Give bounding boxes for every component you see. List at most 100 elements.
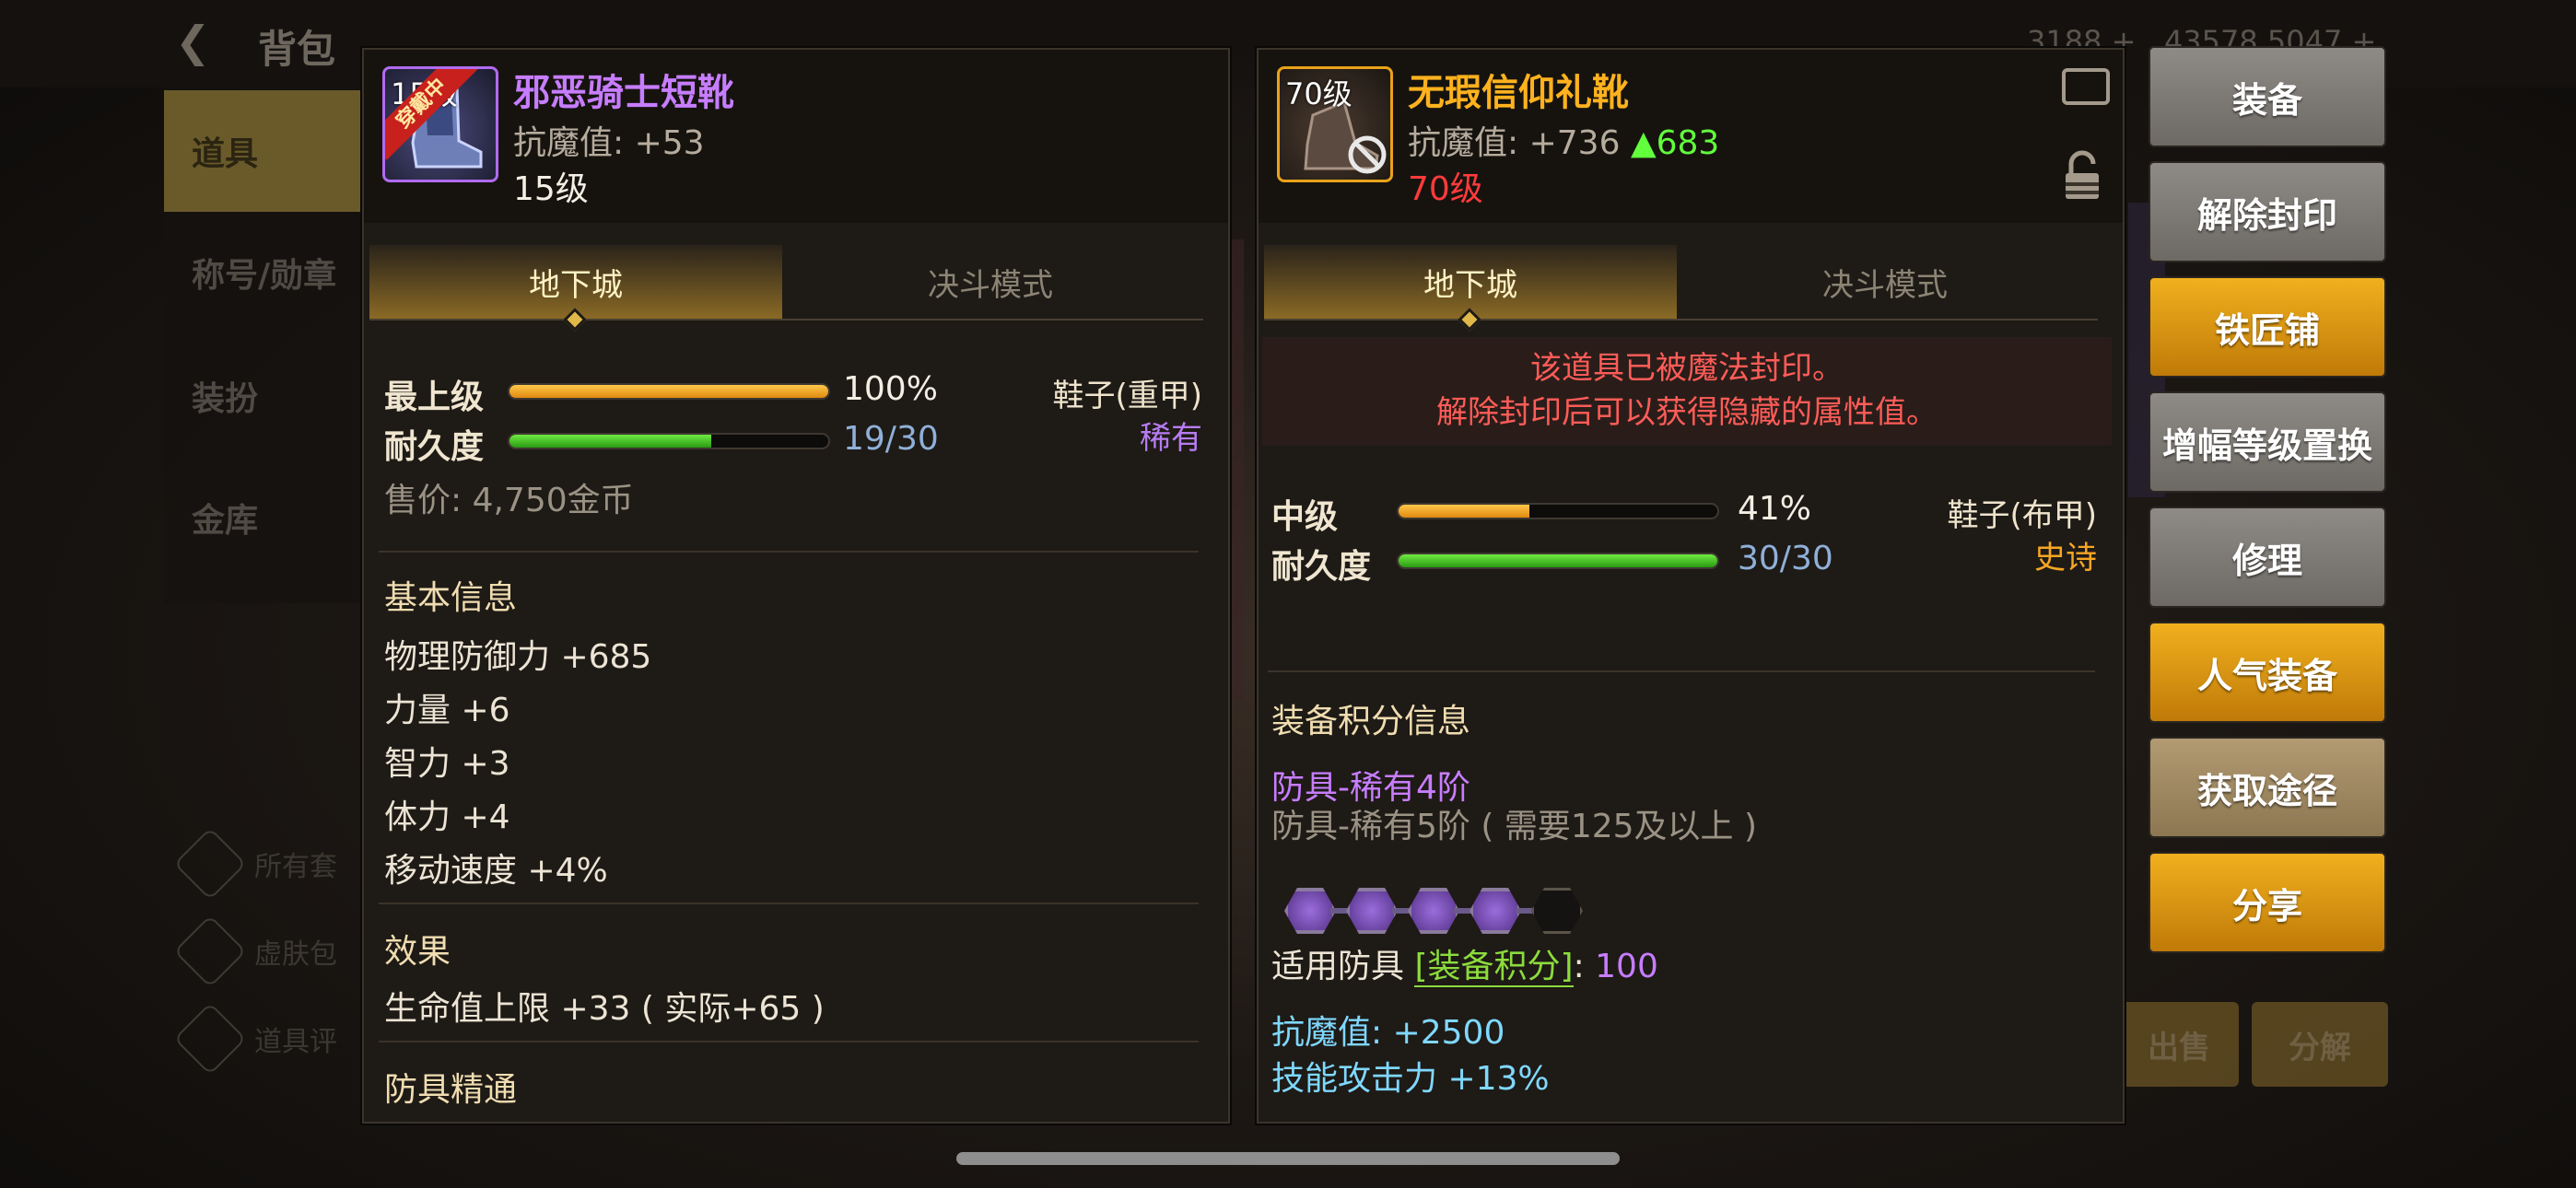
tab-label: 决斗模式 [1822, 266, 1948, 304]
slot-type: 鞋子(重甲) [1052, 378, 1202, 414]
mode-tabs: 地下城 决斗模式 [1264, 245, 2098, 332]
chevron-left-icon[interactable]: ❮ [175, 17, 211, 66]
item-icon: 70级 [1277, 66, 1393, 182]
durability-label: 耐久度 [1271, 548, 1372, 586]
grade-bar-fill [509, 385, 828, 398]
stat-label: 抗魔值: [1408, 124, 1519, 162]
stat-row: 力量 +6 [384, 692, 510, 729]
obtain-source-button[interactable]: 获取途径 [2149, 737, 2386, 838]
home-indicator[interactable] [956, 1152, 1620, 1165]
page-title: 背包 [258, 27, 336, 72]
equip-button[interactable]: 装备 [2149, 46, 2386, 147]
effect-title: 效果 [384, 933, 451, 971]
magic-resist-line: 抗魔值: +53 [513, 116, 705, 164]
grade-bar-fill [1399, 505, 1529, 518]
score-tier-next: 防具-稀有5阶 ( 需要125及以上 ) [1271, 808, 1758, 845]
filter-item[interactable]: 虚肤包 [173, 914, 337, 988]
durability-value: 19/30 [843, 420, 939, 458]
filled-gem-icon [1284, 888, 1336, 934]
score-colon: : [1573, 948, 1585, 985]
required-level: 15级 [513, 170, 589, 208]
filled-gem-icon [1408, 888, 1459, 934]
sidebar-item-items[interactable]: 道具 [164, 90, 369, 212]
stat-delta: ▲683 [1630, 124, 1720, 162]
tab-pvp[interactable]: 决斗模式 [784, 245, 1197, 319]
slot-type: 鞋子(布甲) [1947, 497, 2097, 534]
filter-label: 虚肤包 [254, 938, 337, 971]
filter-item[interactable]: 道具评 [173, 1002, 337, 1076]
item-level-tag: 70级 [1285, 76, 1352, 111]
diamond-indicator-icon [563, 308, 587, 332]
item-header: 70级 无瑕信仰礼靴 抗魔值: +736 ▲683 70级 [1259, 50, 2123, 223]
repair-button[interactable]: 修理 [2149, 507, 2386, 608]
score-link[interactable]: [装备积分] [1414, 948, 1574, 987]
rarity-label: 稀有 [1140, 420, 1202, 457]
tab-pvp[interactable]: 决斗模式 [1679, 245, 2091, 319]
compare-item-tooltip: 70级 无瑕信仰礼靴 抗魔值: +736 ▲683 70级 地下城 决斗模式 该… [1257, 48, 2125, 1124]
stat-row: 智力 +3 [384, 745, 510, 783]
grade-label: 中级 [1271, 498, 1339, 536]
tab-label: 地下城 [529, 266, 623, 304]
sidebar-item-titles[interactable]: 称号/勋章 [164, 212, 369, 333]
sell-button[interactable]: 出售 [2119, 1002, 2239, 1087]
divider [379, 551, 1199, 553]
filter-icon [173, 827, 247, 901]
bonus-stat-row: 技能攻击力 +13% [1271, 1060, 1550, 1098]
filter-item[interactable]: 所有套 [173, 827, 337, 901]
stat-label: 抗魔值: [513, 124, 625, 162]
score-prefix: 适用防具 [1271, 948, 1405, 985]
magic-resist-line: 抗魔值: +736 ▲683 [1408, 116, 1719, 164]
filled-gem-icon [1346, 888, 1398, 934]
grade-value: 100% [843, 370, 938, 408]
tab-label: 决斗模式 [928, 266, 1053, 304]
disassemble-button[interactable]: 分解 [2252, 1002, 2388, 1087]
equipped-item-tooltip: 15级 穿戴中 邪恶骑士短靴 抗魔值: +53 15级 地下城 决斗模式 最上级… [362, 48, 1230, 1124]
mastery-title: 防具精通 [384, 1071, 518, 1109]
empty-gem-icon [1531, 888, 1583, 934]
share-button[interactable]: 分享 [2149, 852, 2386, 953]
tab-label: 地下城 [1423, 266, 1517, 304]
blacksmith-button[interactable]: 铁匠铺 [2149, 276, 2386, 378]
stat-row: 物理防御力 +685 [384, 638, 652, 676]
durability-bar [508, 433, 830, 449]
filter-icon [173, 1002, 247, 1076]
tab-dungeon[interactable]: 地下城 [369, 245, 782, 332]
mode-tabs: 地下城 决斗模式 [369, 245, 1203, 332]
filled-gem-icon [1469, 888, 1521, 934]
grade-value: 41% [1738, 490, 1812, 528]
divider [379, 1041, 1199, 1042]
durability-bar-fill [1399, 554, 1717, 567]
bonus-stat-row: 抗魔值: +2500 [1271, 1014, 1505, 1052]
grade-bar [508, 383, 830, 400]
popular-gear-button[interactable]: 人气装备 [2149, 622, 2386, 723]
sidebar-item-vault[interactable]: 金库 [164, 457, 369, 578]
divider [1268, 670, 2095, 672]
grade-label: 最上级 [384, 379, 485, 416]
divider [379, 903, 1199, 904]
app-screen: ❮ 背包 3188 + 43578 5047 + 道具 称号/勋章 装扮 金库 … [0, 0, 2576, 1188]
item-header: 15级 穿戴中 邪恶骑士短靴 抗魔值: +53 15级 [364, 50, 1228, 223]
stat-row: 体力 +4 [384, 798, 510, 836]
filter-label: 所有套 [254, 851, 337, 883]
sidebar-item-avatar[interactable]: 装扮 [164, 335, 369, 457]
stat-value: +736 [1528, 124, 1621, 162]
required-level: 70级 [1408, 170, 1483, 208]
prohibited-icon [1348, 135, 1387, 174]
item-name: 邪恶骑士短靴 [513, 72, 734, 114]
stat-value: +53 [634, 124, 705, 162]
score-value: 100 [1595, 948, 1658, 985]
item-name: 无瑕信仰礼靴 [1408, 72, 1629, 114]
grade-bar [1397, 503, 1719, 519]
score-info-title: 装备积分信息 [1271, 703, 1471, 740]
stat-row: 移动速度 +4% [384, 852, 608, 890]
unseal-button[interactable]: 解除封印 [2149, 161, 2386, 262]
durability-bar-fill [509, 435, 712, 448]
sealed-notice-line: 解除封印后可以获得隐藏的属性值。 [1436, 394, 1938, 431]
amplify-transfer-button[interactable]: 增幅等级置换 [2149, 391, 2386, 493]
lock-icon[interactable] [2064, 149, 2101, 203]
share-icon[interactable] [2062, 68, 2110, 105]
sell-price: 售价: 4,750金币 [384, 482, 634, 519]
filter-label: 道具评 [254, 1026, 337, 1058]
tab-dungeon[interactable]: 地下城 [1264, 245, 1677, 332]
score-line: 适用防具 [装备积分]: 100 [1271, 939, 1658, 987]
